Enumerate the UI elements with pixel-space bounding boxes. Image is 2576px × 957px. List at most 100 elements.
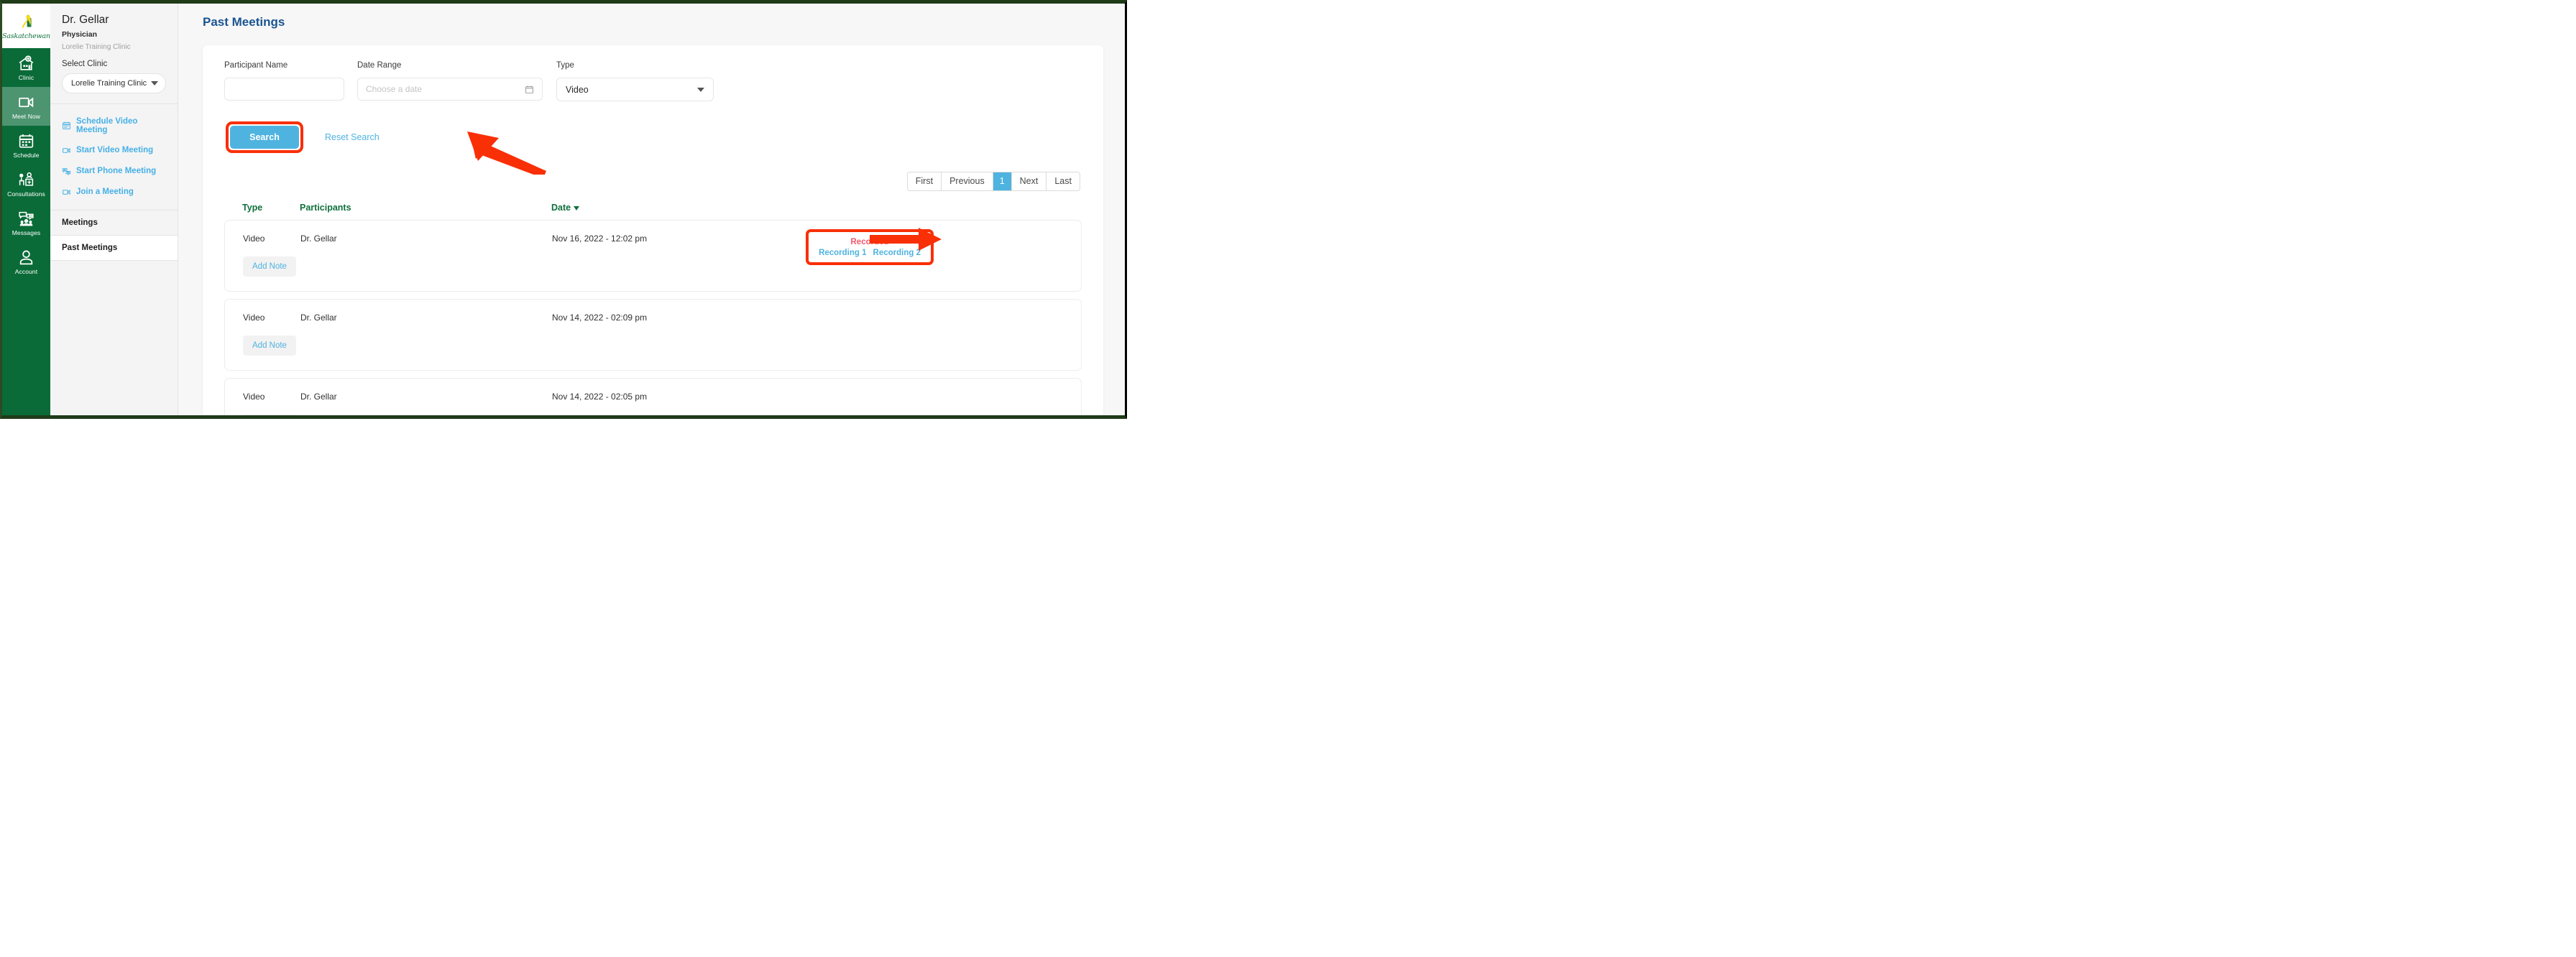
- pagination-current-page[interactable]: 1: [993, 172, 1012, 190]
- recording-link-2[interactable]: Recording 2: [873, 249, 921, 257]
- table-header: Type Participants Date: [224, 203, 1082, 213]
- user-info-block: Dr. Gellar Physician Lorelie Training Cl…: [50, 4, 178, 93]
- user-icon: [17, 249, 35, 267]
- table-row-top: Video Dr. Gellar Nov 14, 2022 - 02:09 pm: [243, 313, 1081, 323]
- cell-date: Nov 14, 2022 - 02:05 pm: [552, 392, 760, 402]
- rail-label-schedule: Schedule: [13, 152, 39, 159]
- recorded-label: Recorded: [819, 236, 921, 248]
- video-camera-icon: [17, 93, 35, 111]
- column-header-type: Type: [242, 203, 300, 213]
- chevron-down-icon: [697, 88, 704, 92]
- reset-search-link[interactable]: Reset Search: [325, 132, 380, 142]
- calendar-icon: [525, 85, 534, 94]
- chat-phone-icon: [62, 167, 71, 176]
- calendar-icon: [62, 121, 71, 130]
- participant-name-input[interactable]: [224, 78, 344, 101]
- rail-item-schedule[interactable]: Schedule: [2, 126, 50, 165]
- table-row[interactable]: Video Dr. Gellar Nov 16, 2022 - 12:02 pm…: [224, 220, 1082, 292]
- rail-item-messages[interactable]: Messages: [2, 203, 50, 242]
- user-role: Physician: [62, 30, 166, 39]
- recording-link-1[interactable]: Recording 1: [819, 249, 866, 257]
- sidebar-link-join-a-meeting[interactable]: Join a Meeting: [62, 182, 166, 203]
- column-header-date-label: Date: [551, 203, 571, 213]
- cell-type: Video: [243, 392, 300, 402]
- logo-wordmark: Saskatchewan: [2, 32, 50, 40]
- type-select-value: Video: [566, 85, 589, 95]
- sidebar-link-start-video-meeting[interactable]: Start Video Meeting: [62, 140, 166, 161]
- sidebar-link-label: Start Phone Meeting: [76, 167, 156, 175]
- clinic-select-value: Lorelie Training Clinic: [71, 79, 147, 88]
- pagination-row: First Previous 1 Next Last: [224, 172, 1082, 191]
- rail-label-account: Account: [15, 269, 37, 275]
- pagination-previous[interactable]: Previous: [942, 172, 993, 190]
- saskatchewan-mark-icon: [17, 13, 36, 32]
- participant-name-label: Participant Name: [224, 61, 357, 70]
- rail-label-clinic: Clinic: [19, 75, 34, 81]
- user-clinic: Lorelie Training Clinic: [62, 43, 166, 51]
- cell-participants: Dr. Gellar: [300, 313, 552, 323]
- date-range-label: Date Range: [357, 61, 556, 70]
- pagination-next[interactable]: Next: [1012, 172, 1047, 190]
- page-title: Past Meetings: [203, 15, 1103, 29]
- rail-item-clinic[interactable]: Clinic: [2, 48, 50, 87]
- user-name: Dr. Gellar: [62, 14, 166, 27]
- chat-group-icon: [17, 210, 35, 228]
- rail-label-messages: Messages: [12, 230, 41, 236]
- sidebar-item-meetings[interactable]: Meetings: [50, 211, 178, 235]
- sidebar-link-label: Schedule Video Meeting: [76, 117, 166, 134]
- clinic-select-dropdown[interactable]: Lorelie Training Clinic: [62, 73, 166, 93]
- saskatchewan-logo: Saskatchewan: [2, 4, 50, 48]
- search-button[interactable]: Search: [230, 126, 299, 149]
- clinic-icon: [17, 55, 35, 73]
- chevron-down-icon: [151, 81, 158, 85]
- add-note-button[interactable]: Add Note: [243, 336, 296, 356]
- table-row[interactable]: Video Dr. Gellar Nov 14, 2022 - 02:09 pm…: [224, 299, 1082, 371]
- sidebar-link-start-phone-meeting[interactable]: Start Phone Meeting: [62, 161, 166, 182]
- pagination: First Previous 1 Next Last: [907, 172, 1080, 191]
- cell-date: Nov 14, 2022 - 02:09 pm: [552, 313, 760, 323]
- participant-name-field: Participant Name: [224, 61, 357, 101]
- type-select[interactable]: Video: [556, 78, 714, 101]
- cell-participants: Dr. Gellar: [300, 234, 552, 244]
- column-header-date[interactable]: Date: [551, 203, 760, 213]
- sidebar-quick-links: Schedule Video Meeting Start Video Meeti…: [50, 104, 178, 203]
- cell-type: Video: [243, 234, 300, 244]
- cell-type: Video: [243, 313, 300, 323]
- video-camera-icon: [62, 146, 71, 155]
- app-window: Saskatchewan Clinic Meet Now: [0, 0, 1127, 419]
- pagination-first[interactable]: First: [908, 172, 942, 190]
- sidebar-section-label: Past Meetings: [62, 244, 117, 252]
- video-camera-icon: [62, 188, 71, 197]
- cell-date: Nov 16, 2022 - 12:02 pm: [552, 234, 760, 244]
- calendar-icon: [17, 132, 35, 150]
- pagination-last[interactable]: Last: [1046, 172, 1080, 190]
- sidebar-link-label: Start Video Meeting: [76, 146, 153, 154]
- rail-label-consultations: Consultations: [7, 191, 45, 198]
- table-row-top: Video Dr. Gellar Nov 14, 2022 - 02:05 pm: [243, 392, 1081, 402]
- search-panel: Participant Name Date Range Choose a dat…: [203, 45, 1103, 415]
- rail-item-consultations[interactable]: Consultations: [2, 165, 50, 203]
- rail-item-account[interactable]: Account: [2, 242, 50, 281]
- search-button-highlight: Search: [226, 121, 303, 153]
- select-clinic-label: Select Clinic: [62, 60, 166, 68]
- main-content: Past Meetings Participant Name Date Rang…: [178, 4, 1125, 415]
- date-range-placeholder: Choose a date: [366, 84, 422, 94]
- recording-links: Recording 1 Recording 2: [819, 249, 921, 257]
- column-header-participants: Participants: [300, 203, 551, 213]
- add-note-button[interactable]: Add Note: [243, 256, 296, 277]
- sidebar-item-past-meetings[interactable]: Past Meetings: [50, 235, 178, 261]
- sidebar-link-label: Join a Meeting: [76, 188, 134, 196]
- date-range-input[interactable]: Choose a date: [357, 78, 543, 101]
- search-actions: Search Reset Search: [224, 121, 1082, 153]
- consultation-desk-icon: [17, 171, 35, 189]
- sidebar-section-label: Meetings: [62, 218, 98, 227]
- type-label: Type: [556, 61, 716, 70]
- rail-label-meet-now: Meet Now: [12, 114, 40, 120]
- filters-row: Participant Name Date Range Choose a dat…: [224, 61, 1082, 101]
- sidebar-link-schedule-video-meeting[interactable]: Schedule Video Meeting: [62, 111, 166, 140]
- sort-descending-icon: [574, 206, 579, 211]
- date-range-field: Date Range Choose a date: [357, 61, 556, 101]
- rail-item-meet-now[interactable]: Meet Now: [2, 87, 50, 126]
- recorded-badge: Recorded Recording 1 Recording 2: [806, 229, 934, 265]
- table-row[interactable]: Video Dr. Gellar Nov 14, 2022 - 02:05 pm…: [224, 378, 1082, 415]
